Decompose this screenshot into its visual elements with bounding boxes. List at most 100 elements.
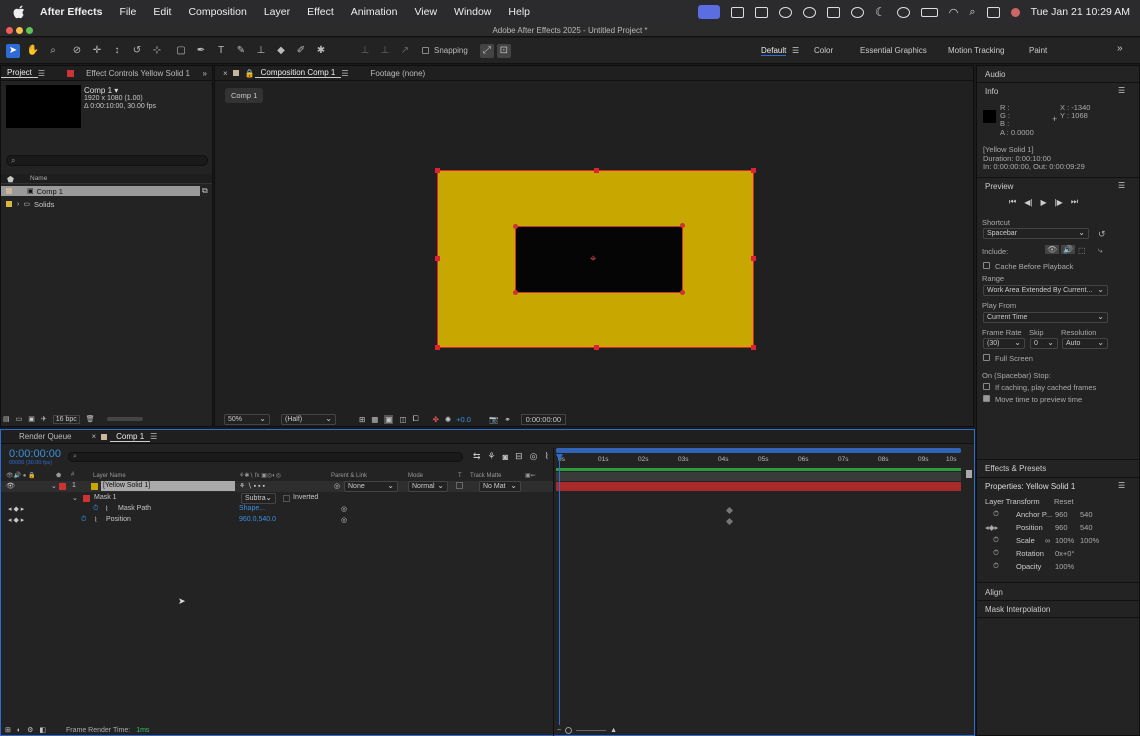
layer-handle-b[interactable] [594,345,599,350]
layer-handle-bl[interactable] [435,345,440,350]
constrain-proportions-icon[interactable]: ∞ [1045,536,1050,545]
timeline-search-input[interactable]: ⌕ [68,452,463,462]
mask-interpolation-header[interactable]: Mask Interpolation [985,605,1050,614]
av-switch-icons[interactable]: 👁🔊 ● 🔒 [6,472,36,479]
inverted-checkbox[interactable] [283,495,290,502]
menu-edit[interactable]: Edit [153,6,171,18]
stopwatch-icon[interactable]: ⏱ [993,509,999,519]
menu-help[interactable]: Help [508,6,530,18]
project-item-comp[interactable]: ▣ Comp 1 [1,186,200,196]
zoom-in-icon[interactable]: ▲ [610,727,617,734]
comp-marker-bin[interactable] [966,470,972,478]
tab-render-queue[interactable]: Render Queue [13,432,77,441]
mask-vertex-bl[interactable] [513,290,518,295]
info-panel-header[interactable]: Info [985,87,998,96]
rotate-tool-icon[interactable]: ↺ [130,44,144,58]
new-comp-icon[interactable]: ▣ [28,415,35,423]
clone-stamp-tool-icon[interactable]: ⊥ [254,44,268,58]
channel-icon[interactable]: ✤ [433,415,439,424]
interpret-footage-icon[interactable]: ▤ [3,415,10,423]
full-screen-checkbox[interactable] [983,354,990,361]
layer-label-swatch[interactable] [59,483,66,490]
comp-mini-flowchart-icon[interactable]: ⇆ [473,451,481,462]
guides-icon[interactable]: ◫ [399,415,406,424]
battery-icon[interactable] [920,7,938,17]
comp-menu-icon[interactable]: ☰ [341,69,348,78]
snapshot-icon[interactable]: 📷 [489,415,498,424]
comp-name[interactable]: Comp 1 ▾ [84,86,118,95]
layer-handle-t[interactable] [594,168,599,173]
menu-window[interactable]: Window [454,6,491,18]
snap-edges-icon[interactable]: ⤢ [479,43,494,58]
name-column-header[interactable]: Name [30,175,47,182]
current-time-indicator[interactable] [559,455,560,725]
zoom-slider-track[interactable] [576,730,607,731]
work-area-bar[interactable] [556,448,961,453]
mask-path-value[interactable]: Shape... [239,505,265,512]
time-ruler[interactable]: 0s 01s 02s 03s 04s 05s 06s 07s 08s 09s 10s [556,455,961,467]
move-time-checkbox[interactable] [983,395,990,402]
app-menu[interactable]: After Effects [40,6,102,18]
preview-panel-header[interactable]: Preview [985,182,1013,191]
track-matte-header[interactable]: Track Matte [470,473,501,479]
zoom-out-icon[interactable]: − [557,727,561,734]
layer-handle-r[interactable] [751,256,756,261]
axis-local-icon[interactable]: ⊥ [358,44,372,58]
matte-icons[interactable]: ▣⇜ [525,472,536,479]
wifi-icon[interactable]: ◠ [949,6,959,19]
thumbnail-slider[interactable] [106,417,143,421]
orbit-tool-icon[interactable]: ⊘ [70,44,84,58]
mode-dropdown[interactable]: Normal [408,481,448,492]
pickwhip-icon[interactable]: ◎ [334,482,340,490]
puppet-tool-icon[interactable]: ✱ [314,44,328,58]
layer-name-header[interactable]: Layer Name [93,473,126,479]
last-frame-icon[interactable]: ⏭ [1071,197,1078,207]
include-layer-controls-icon[interactable]: ⤷ [1098,246,1102,256]
timecode-display[interactable]: 0:00:00:00 [9,448,61,460]
project-menu-icon[interactable]: ☰ [38,69,45,78]
mask-name[interactable]: Mask 1 [94,494,117,501]
reset-shortcut-icon[interactable]: ↺ [1098,229,1106,240]
mask-path-row[interactable]: ◂ ◆ ▸ ⏱ ⌇ Mask Path Shape... ◎ [1,504,554,515]
prop-rotation[interactable]: 0x+0° [1055,549,1074,558]
lock-icon[interactable]: 🔒 [245,69,255,78]
include-video-icon[interactable]: 👁 [1045,245,1060,254]
close-tab-icon[interactable]: × [91,432,96,441]
properties-header[interactable]: Properties: Yellow Solid 1 [985,482,1075,491]
region-icon[interactable]: ⊞ [359,415,365,424]
expression-pickwhip-icon[interactable]: ◎ [341,516,347,524]
preview-menu-icon[interactable]: ☰ [1118,181,1125,190]
mask-color-swatch[interactable] [83,495,90,502]
camera-icon[interactable] [731,6,745,18]
roto-brush-tool-icon[interactable]: ✐ [294,44,308,58]
workspace-motion-tracking[interactable]: Motion Tracking [948,46,1004,55]
in-out-toggle-icon[interactable]: ⚙ [27,726,33,734]
zoom-dropdown[interactable]: 50% [224,413,270,425]
resolution-dropdown[interactable]: Auto [1062,338,1108,349]
prop-position-y[interactable]: 540 [1080,523,1093,532]
selection-tool-icon[interactable]: ➤ [6,43,20,58]
range-dropdown[interactable]: Work Area Extended By Current... [983,285,1108,296]
zoom-slider-thumb[interactable] [565,727,573,734]
axis-view-icon[interactable]: ↗ [398,44,412,58]
layer-switches-toggle-icon[interactable]: ⊞ [5,726,11,734]
play-icon[interactable]: ▶ [1040,198,1046,207]
dolly-tool-icon[interactable]: ↕ [110,44,124,58]
grid-icon[interactable] [827,6,841,18]
mask-vertex-br[interactable] [680,290,685,295]
mask-twirl-icon[interactable]: ⌄ [72,494,78,502]
tab-timeline-comp[interactable]: Comp 1 [110,432,151,442]
position-keyframe[interactable] [725,517,734,526]
tab-effect-controls[interactable]: Effect Controls Yellow Solid 1 [80,69,196,78]
tab-project[interactable]: Project [1,68,38,78]
zoom-slider[interactable]: − ▲ [557,727,617,734]
drive-icon[interactable] [755,6,769,18]
graph-icon[interactable]: ⌇ [105,505,108,513]
comp-time-display[interactable]: 0:00:00:00 [520,413,567,425]
if-caching-checkbox[interactable] [983,383,990,390]
menu-file[interactable]: File [119,6,136,18]
sync-icon[interactable] [779,6,793,18]
mask-mode-dropdown[interactable]: Subtra [241,493,276,504]
t-header[interactable]: T [458,473,462,479]
prop-position-x[interactable]: 960 [1055,523,1068,532]
